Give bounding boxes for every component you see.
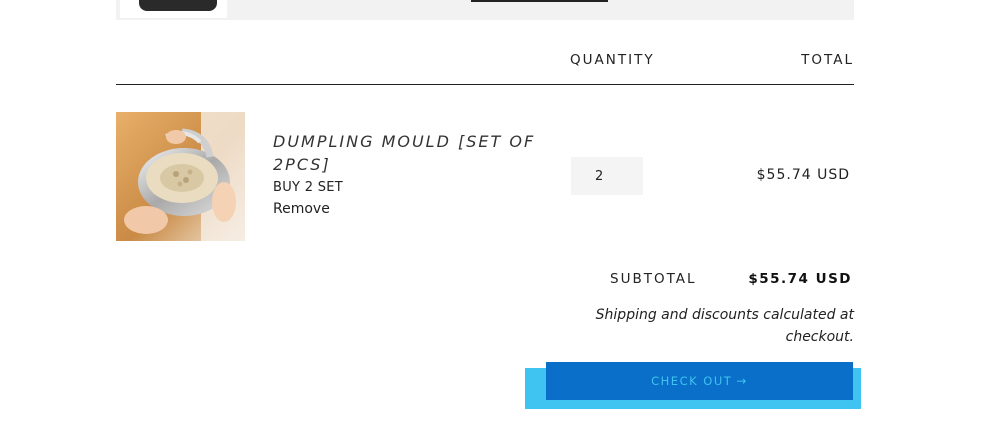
bag-image <box>139 0 217 11</box>
shipping-note: Shipping and discounts calculated at che… <box>595 307 854 345</box>
total-column-header: TOTAL <box>801 52 854 68</box>
header-divider <box>116 84 854 85</box>
checkout-button[interactable]: CHECK OUT → <box>546 362 853 400</box>
arrow-right-icon: → <box>736 374 748 388</box>
subtotal-label: SUBTOTAL <box>610 271 697 287</box>
product-title[interactable]: DUMPLING MOULD [SET OF 2PCS] <box>273 130 543 176</box>
product-variant: BUY 2 SET <box>273 180 344 195</box>
checkout-label: CHECK OUT <box>651 374 733 388</box>
remove-link[interactable]: Remove <box>273 201 330 217</box>
quantity-input[interactable] <box>571 157 643 195</box>
cart-page: QUANTITY TOTAL DUMPLING MOULD [SET OF 2P… <box>0 0 997 440</box>
product-image[interactable] <box>116 112 245 241</box>
dumpling-mould-icon <box>116 112 245 241</box>
upsell-button-edge[interactable] <box>471 0 608 2</box>
quantity-column-header: QUANTITY <box>570 52 655 68</box>
line-total: $55.74 USD <box>756 167 850 183</box>
subtotal-value: $55.74 USD <box>748 271 852 287</box>
